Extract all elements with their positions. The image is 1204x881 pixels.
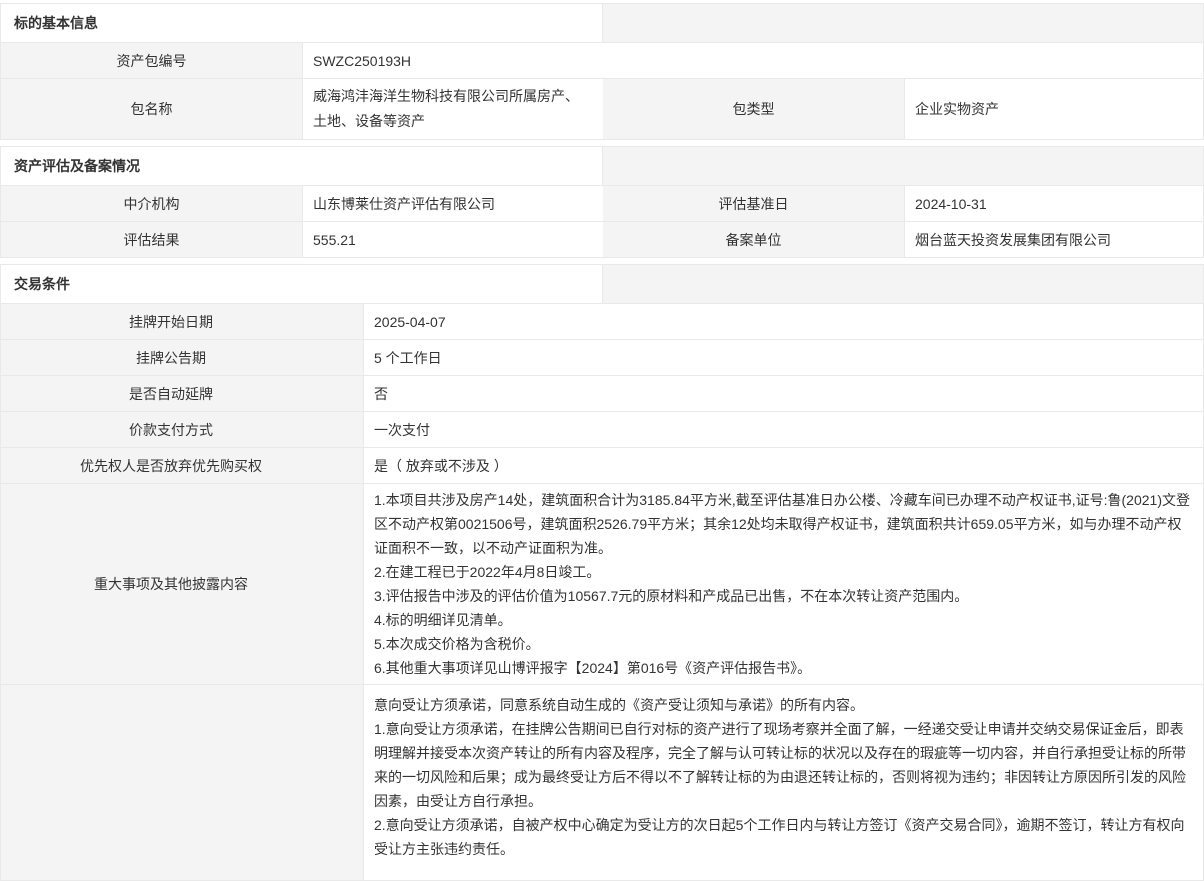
field-value-agency: 山东博莱仕资产评估有限公司 xyxy=(302,186,603,221)
disclosure-paragraph: 4.标的明细详见清单。 xyxy=(374,608,1193,632)
field-value-package-name: 威海鸿沣海洋生物科技有限公司所属房产、土地、设备等资产 xyxy=(302,79,603,139)
commitment-paragraph: 意向受让方须承诺，同意系统自动生成的《资产受让须知与承诺》的所有内容。 xyxy=(374,693,1193,717)
field-label-base-date: 评估基准日 xyxy=(603,186,904,221)
field-value-base-date: 2024-10-31 xyxy=(904,186,1203,221)
field-label-commitment-empty xyxy=(1,685,363,880)
disclosure-paragraph: 1.本项目共涉及房产14处，建筑面积合计为3185.84平方米,截至评估基准日办… xyxy=(374,488,1193,560)
section-transaction: 交易条件 挂牌开始日期 2025-04-07 挂牌公告期 5 个工作日 是否自动… xyxy=(0,264,1204,881)
field-row-result-filing: 评估结果 555.21 备案单位 烟台蓝天投资发展集团有限公司 xyxy=(1,221,1203,257)
field-label-agency: 中介机构 xyxy=(1,186,302,221)
field-value-payment-method: 一次支付 xyxy=(363,412,1203,447)
field-value-auto-extend: 否 xyxy=(363,376,1203,411)
field-row-package-no: 资产包编号 SWZC250193H xyxy=(1,42,1203,78)
field-label-priority-waiver: 优先权人是否放弃优先购买权 xyxy=(1,448,363,483)
commitment-paragraph: 2.意向受让方须承诺，自被产权中心确定为受让方的次日起5个工作日内与转让方签订《… xyxy=(374,813,1193,861)
field-label-package-type: 包类型 xyxy=(603,79,904,139)
field-row-auto-extend: 是否自动延牌 否 xyxy=(1,375,1203,411)
field-value-priority-waiver: 是（ 放弃或不涉及 ） xyxy=(363,448,1203,483)
field-value-package-type: 企业实物资产 xyxy=(904,79,1203,139)
field-label-notice-period: 挂牌公告期 xyxy=(1,340,363,375)
field-label-package-no: 资产包编号 xyxy=(1,43,302,78)
disclosure-paragraph: 5.本次成交价格为含税价。 xyxy=(374,632,1193,656)
field-label-auto-extend: 是否自动延牌 xyxy=(1,376,363,411)
field-label-listing-start: 挂牌开始日期 xyxy=(1,304,363,339)
field-label-result: 评估结果 xyxy=(1,222,302,257)
package-name-text: 威海鸿沣海洋生物科技有限公司所属房产、土地、设备等资产 xyxy=(313,84,583,134)
field-row-disclosure: 重大事项及其他披露内容 1.本项目共涉及房产14处，建筑面积合计为3185.84… xyxy=(1,483,1203,684)
field-row-payment-method: 价款支付方式 一次支付 xyxy=(1,411,1203,447)
field-value-disclosure: 1.本项目共涉及房产14处，建筑面积合计为3185.84平方米,截至评估基准日办… xyxy=(363,484,1203,684)
disclosure-paragraph: 2.在建工程已于2022年4月8日竣工。 xyxy=(374,560,1193,584)
section-basic-info-header: 标的基本信息 xyxy=(1,4,1203,42)
field-label-payment-method: 价款支付方式 xyxy=(1,412,363,447)
section-title-appraisal: 资产评估及备案情况 xyxy=(1,147,602,185)
disclosure-paragraph: 6.其他重大事项详见山博评报字【2024】第016号《资产评估报告书》。 xyxy=(374,656,1193,680)
field-row-listing-start: 挂牌开始日期 2025-04-07 xyxy=(1,303,1203,339)
field-value-filing-unit: 烟台蓝天投资发展集团有限公司 xyxy=(904,222,1203,257)
section-title-transaction: 交易条件 xyxy=(1,265,602,303)
section-header-filler xyxy=(602,4,1203,42)
field-row-package-name-type: 包名称 威海鸿沣海洋生物科技有限公司所属房产、土地、设备等资产 包类型 企业实物… xyxy=(1,78,1203,139)
disclosure-paragraph: 3.评估报告中涉及的评估价值为10567.7元的原材料和产成品已出售，不在本次转… xyxy=(374,584,1193,608)
field-value-notice-period: 5 个工作日 xyxy=(363,340,1203,375)
section-appraisal: 资产评估及备案情况 中介机构 山东博莱仕资产评估有限公司 评估基准日 2024-… xyxy=(0,146,1204,258)
field-row-agency-basedate: 中介机构 山东博莱仕资产评估有限公司 评估基准日 2024-10-31 xyxy=(1,185,1203,221)
field-label-filing-unit: 备案单位 xyxy=(603,222,904,257)
field-value-result: 555.21 xyxy=(302,222,603,257)
commitment-paragraph: 1.意向受让方须承诺，在挂牌公告期间已自行对标的资产进行了现场考察并全面了解，一… xyxy=(374,717,1193,813)
section-appraisal-header: 资产评估及备案情况 xyxy=(1,147,1203,185)
field-label-disclosure: 重大事项及其他披露内容 xyxy=(1,484,363,684)
field-label-package-name: 包名称 xyxy=(1,79,302,139)
field-value-commitment: 意向受让方须承诺，同意系统自动生成的《资产受让须知与承诺》的所有内容。 1.意向… xyxy=(363,685,1203,880)
section-transaction-header: 交易条件 xyxy=(1,265,1203,303)
section-header-filler xyxy=(602,147,1203,185)
section-header-filler xyxy=(602,265,1203,303)
field-value-listing-start: 2025-04-07 xyxy=(363,304,1203,339)
field-row-notice-period: 挂牌公告期 5 个工作日 xyxy=(1,339,1203,375)
field-row-commitment: 意向受让方须承诺，同意系统自动生成的《资产受让须知与承诺》的所有内容。 1.意向… xyxy=(1,684,1203,880)
section-basic-info: 标的基本信息 资产包编号 SWZC250193H 包名称 威海鸿沣海洋生物科技有… xyxy=(0,3,1204,140)
section-title-basic-info: 标的基本信息 xyxy=(1,4,602,42)
field-value-package-no: SWZC250193H xyxy=(302,43,1203,78)
asset-detail-page: 标的基本信息 资产包编号 SWZC250193H 包名称 威海鸿沣海洋生物科技有… xyxy=(0,0,1204,881)
field-row-priority-waiver: 优先权人是否放弃优先购买权 是（ 放弃或不涉及 ） xyxy=(1,447,1203,483)
